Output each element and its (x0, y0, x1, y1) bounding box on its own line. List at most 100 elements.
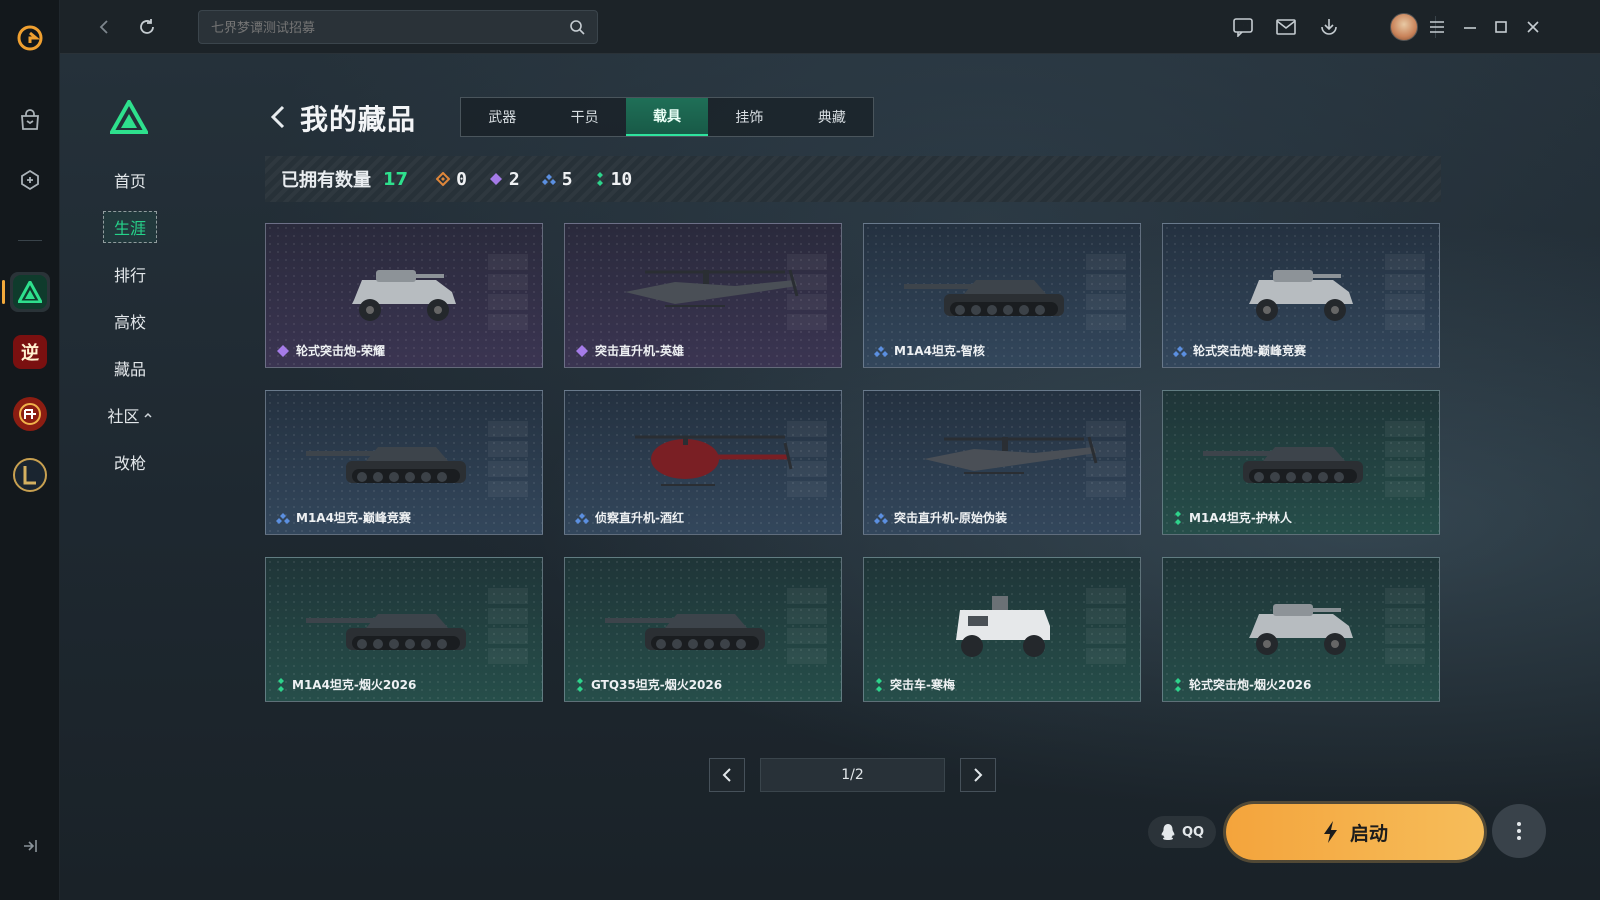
vehicle-card[interactable]: GTQ35坦克-烟火2026 (564, 557, 842, 702)
vehicle-card[interactable]: 轮式突击炮-荣耀 (265, 223, 543, 368)
download-icon[interactable] (1314, 12, 1344, 42)
caret-up-icon (143, 412, 152, 418)
vehicle-name-row: M1A4坦克-护林人 (1173, 509, 1292, 526)
maximize-icon[interactable] (1486, 12, 1516, 42)
nav-label: 藏品 (113, 359, 146, 379)
vehicle-name: M1A4坦克-护林人 (1189, 511, 1292, 525)
vehicle-card[interactable]: M1A4坦克-烟火2026 (265, 557, 543, 702)
lightning-icon (1323, 821, 1337, 843)
vehicle-tank-image (904, 280, 1064, 316)
chat-icon[interactable] (1228, 12, 1258, 42)
refresh-icon[interactable] (132, 12, 162, 42)
vehicle-card[interactable]: 突击直升机-英雄 (564, 223, 842, 368)
search-icon[interactable] (569, 19, 585, 35)
nav-item-community[interactable]: 社区 (100, 391, 160, 438)
vehicle-card[interactable]: 突击直升机-原始伪装 (863, 390, 1141, 535)
tab-weapons[interactable]: 武器 (461, 98, 543, 136)
nav-item-ranking[interactable]: 排行 (100, 250, 160, 297)
nav-item-career[interactable]: 生涯 (100, 203, 160, 250)
tab-charms[interactable]: 挂饰 (708, 98, 790, 136)
expand-sidebar-icon[interactable] (20, 836, 40, 856)
vehicle-name-row: 突击直升机-原始伪装 (874, 509, 1007, 526)
rarity-green-stat: 10 (595, 169, 632, 190)
top-bar (60, 0, 1600, 54)
store-icon[interactable] (10, 100, 50, 140)
vehicle-tank-image (1203, 447, 1363, 483)
vehicle-card[interactable]: 侦察直升机-酒红 (564, 390, 842, 535)
vehicle-name-row: GTQ35坦克-烟火2026 (575, 676, 722, 693)
vehicle-attack-heli-image (625, 269, 799, 307)
rarity-green-icon (1173, 677, 1183, 693)
vehicle-name-row: 轮式突击炮-烟火2026 (1173, 676, 1311, 693)
vehicle-name: 轮式突击炮-荣耀 (296, 344, 385, 358)
rarity-orange-stat: 0 (436, 169, 467, 190)
ni-game-icon[interactable]: 逆 (10, 332, 50, 372)
nav-label: 高校 (113, 312, 146, 332)
rarity-blue-icon (276, 511, 290, 525)
search-box[interactable] (198, 10, 598, 44)
rarity-blue-icon (575, 511, 589, 525)
menu-icon[interactable] (1422, 12, 1452, 42)
nav-label: 社区 (107, 406, 140, 426)
back-nav-icon[interactable] (90, 12, 120, 42)
rarity-blue-icon (1173, 344, 1187, 358)
mail-icon[interactable] (1271, 12, 1301, 42)
vehicle-name-row: M1A4坦克-巅峰竞赛 (276, 509, 411, 526)
tab-vehicles[interactable]: 载具 (625, 98, 709, 136)
rarity-blue-icon (874, 344, 888, 358)
crossfire-game-icon[interactable] (10, 394, 50, 434)
rarity-purple-icon (575, 344, 589, 358)
rarity-blue-stat: 5 (541, 169, 573, 190)
nav-item-gunsmith[interactable]: 改枪 (100, 438, 160, 485)
app-logo-icon[interactable] (10, 18, 50, 58)
next-page-button[interactable] (960, 758, 996, 792)
vehicle-name-row: 轮式突击炮-巅峰竞赛 (1173, 342, 1306, 359)
nav-item-collection[interactable]: 藏品 (100, 344, 160, 391)
vehicle-truck-image (956, 596, 1050, 657)
prev-page-button[interactable] (709, 758, 745, 792)
vehicle-tank-image (306, 447, 466, 483)
vehicle-name-row: M1A4坦克-智核 (874, 342, 985, 359)
rarity-orange-count: 0 (456, 168, 467, 190)
page-title: 我的藏品 (300, 103, 417, 136)
back-arrow-icon[interactable] (268, 104, 288, 130)
minimize-icon[interactable] (1455, 12, 1485, 42)
rail-divider (18, 240, 42, 241)
vehicle-card[interactable]: 轮式突击炮-烟火2026 (1162, 557, 1440, 702)
delta-force-game-icon[interactable] (2, 272, 50, 312)
vehicle-card[interactable]: M1A4坦克-巅峰竞赛 (265, 390, 543, 535)
nav-item-college[interactable]: 高校 (100, 297, 160, 344)
rarity-purple-icon (489, 173, 502, 185)
vehicle-armored-car-image (1249, 270, 1353, 321)
vehicle-tank-image (605, 614, 765, 650)
qq-button[interactable]: QQ (1148, 816, 1216, 848)
vehicle-name: M1A4坦克-智核 (894, 344, 985, 358)
more-options-button[interactable] (1492, 804, 1546, 858)
close-icon[interactable] (1518, 12, 1548, 42)
vehicle-name: 突击直升机-原始伪装 (894, 511, 1007, 525)
games-icon[interactable] (10, 160, 50, 200)
owned-total: 17 (383, 168, 409, 190)
launch-button[interactable]: 启动 (1226, 804, 1484, 860)
vehicle-name: 突击直升机-英雄 (595, 344, 684, 358)
vehicle-name: 侦察直升机-酒红 (595, 511, 684, 525)
vehicle-name: GTQ35坦克-烟火2026 (591, 678, 723, 692)
search-input[interactable] (211, 19, 569, 35)
rarity-orange-icon (436, 172, 451, 186)
avatar[interactable] (1390, 13, 1418, 41)
vehicle-attack-heli-image (924, 436, 1098, 474)
tab-operators[interactable]: 干员 (543, 98, 625, 136)
vehicle-card[interactable]: M1A4坦克-护林人 (1162, 390, 1440, 535)
vehicle-name-row: M1A4坦克-烟火2026 (276, 676, 416, 693)
league-game-icon[interactable] (10, 455, 50, 495)
category-tabs: 武器 干员 载具 挂饰 典藏 (460, 97, 874, 137)
nav-item-home[interactable]: 首页 (100, 156, 160, 203)
vehicle-card[interactable]: 轮式突击炮-巅峰竞赛 (1162, 223, 1440, 368)
tab-collection[interactable]: 典藏 (791, 98, 873, 136)
rarity-green-icon (1173, 510, 1183, 526)
nav-label: 改枪 (113, 453, 146, 473)
qq-penguin-icon (1161, 824, 1175, 840)
vehicle-card[interactable]: 突击车-寒梅 (863, 557, 1141, 702)
vehicle-card[interactable]: M1A4坦克-智核 (863, 223, 1141, 368)
vehicle-name-row: 突击车-寒梅 (874, 676, 955, 693)
